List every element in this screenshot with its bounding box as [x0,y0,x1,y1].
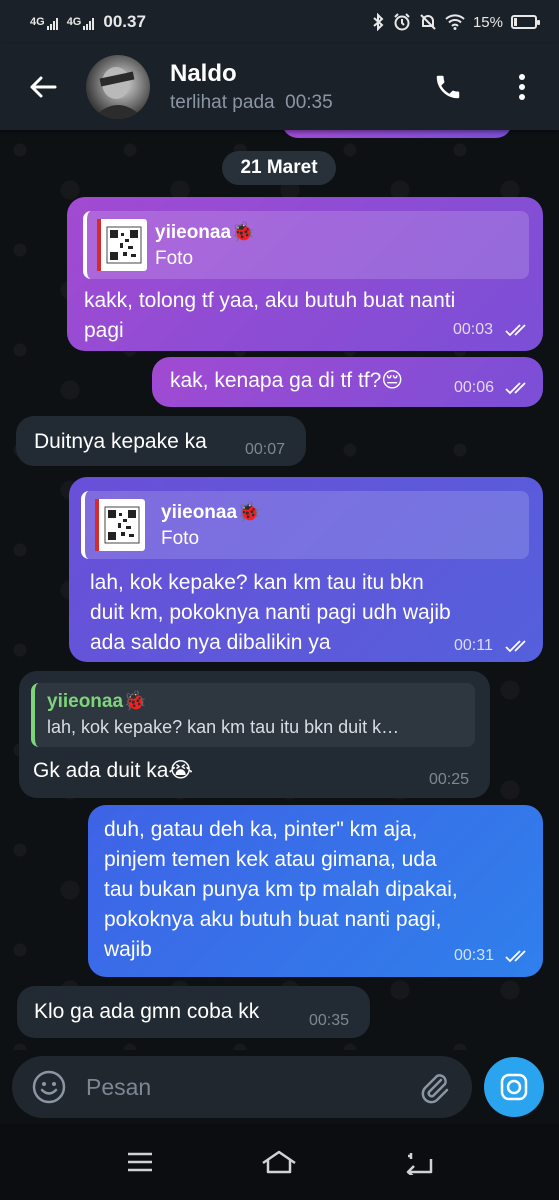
message-time: 00:25 [429,771,470,788]
message-line: pagi [84,319,124,342]
attach-button[interactable] [404,1056,464,1118]
message-text: lah, kok kepake? kan km tau itu bkn duit… [90,568,451,658]
alarm-icon [394,13,410,31]
more-vert-icon [519,74,525,100]
message-text: Duitnya kepake ka [34,430,207,453]
more-options-button[interactable] [485,44,559,130]
message-line: lah, kok kepake? kan km tau itu bkn [90,571,424,594]
message-text: duh, gatau deh ka, pinter" km aja, pinje… [104,815,458,965]
home-icon [262,1150,297,1174]
message-line: kakk, tolong tf yaa, aku butuh buat nant… [84,289,456,312]
read-checkmarks-icon [505,640,526,653]
reply-thumbnail [95,499,145,551]
message-time: 00:06 [454,379,495,396]
chat-title[interactable]: Naldo terlihat pada 00:35 [170,60,411,114]
message-line: pokoknya aku butuh buat nanti pagi, [104,908,442,931]
reply-thumbnail [97,219,147,271]
mute-icon [420,14,436,30]
reply-author: yiieonaa🐞 [161,502,261,523]
menu-icon [127,1152,152,1172]
message-time: 00:35 [309,1012,350,1029]
signal-icon [83,18,95,30]
reply-snippet: lah, kok kepake? kan km tau itu bkn duit… [47,717,400,737]
reply-author: yiieonaa🐞 [155,222,255,243]
message-incoming[interactable]: Klo ga ada gmn coba kk 00:35 [17,986,370,1038]
message-text: Gk ada duit ka😭 [33,759,193,782]
signal-icon [46,18,58,30]
system-navigation-bar [0,1124,559,1200]
reply-snippet: Foto [155,248,194,269]
message-line: tau bukan punya km tp malah dipakai, [104,878,458,901]
message-incoming[interactable]: Duitnya kepake ka 00:07 [16,416,306,466]
status-bar: 4G 4G 00.37 15% [0,0,559,44]
message-line: wajib [104,938,152,961]
back-arrow-icon [30,76,57,98]
date-separator: 21 Maret [222,151,336,185]
message-time: 00:07 [245,441,286,458]
read-checkmarks-icon [505,382,526,395]
message-line: ada saldo nya dibalikin ya [90,631,331,654]
previous-message-fragment [282,130,512,138]
camera-button[interactable] [484,1057,544,1117]
back-nav-button[interactable] [389,1132,449,1192]
message-line: duh, gatau deh ka, pinter" km aja, [104,818,418,841]
emoji-button[interactable] [12,1056,86,1118]
emoji-icon [32,1070,66,1104]
message-text: kakk, tolong tf yaa, aku butuh buat nant… [84,286,455,346]
reply-snippet: Foto [161,528,200,549]
composer-pill [12,1056,472,1118]
call-button[interactable] [411,44,485,130]
last-seen-status: terlihat pada 00:35 [170,92,333,113]
status-time: 00.37 [103,12,146,31]
network-label-1: 4G [30,16,45,28]
back-button[interactable] [0,44,86,130]
message-outgoing[interactable]: yiieonaa🐞 Foto kakk, tolong tf yaa, aku … [67,197,543,351]
wifi-icon [445,14,465,30]
avatar[interactable] [86,55,150,119]
battery-fill [514,18,517,26]
message-line: pinjem temen kek atau gimana, uda [104,848,437,871]
message-outgoing[interactable]: yiieonaa🐞 Foto lah, kok kepake? kan km t… [69,477,543,662]
home-button[interactable] [249,1132,309,1192]
phone-icon [436,75,460,99]
message-composer [0,1050,559,1124]
reply-preview[interactable]: yiieonaa🐞 Foto [83,211,529,279]
camera-icon [500,1073,528,1101]
recent-apps-button[interactable] [110,1132,170,1192]
message-time: 00:11 [454,637,493,654]
read-checkmarks-icon [505,324,526,337]
chat-messages[interactable]: 21 Maret yiieonaa🐞 Foto kakk, tolong tf … [0,130,559,1050]
back-icon [406,1153,433,1175]
battery-icon [511,15,540,29]
reply-preview[interactable]: yiieonaa🐞 lah, kok kepake? kan km tau it… [31,683,475,747]
contact-name: Naldo [170,60,237,87]
message-text: kak, kenapa ga di tf tf?😔 [170,369,404,392]
message-outgoing[interactable]: duh, gatau deh ka, pinter" km aja, pinje… [88,805,543,977]
network-indicator-1: 4G [30,16,59,30]
avatar-photo [92,67,144,119]
network-indicator-2: 4G [66,16,96,30]
message-line: duit km, pokoknya nanti pagi udh wajib [90,601,451,624]
battery-percent: 15% [472,13,503,31]
network-label-2: 4G [66,16,82,28]
bluetooth-icon [373,13,384,31]
message-incoming[interactable]: yiieonaa🐞 lah, kok kepake? kan km tau it… [19,671,490,798]
reply-preview[interactable]: yiieonaa🐞 Foto [81,491,529,559]
message-time: 00:03 [453,321,494,338]
message-time: 00:31 [454,947,495,964]
attach-icon [421,1074,449,1104]
message-text: Klo ga ada gmn coba kk [34,1000,260,1023]
message-input[interactable] [86,1073,404,1101]
chat-header: Naldo terlihat pada 00:35 [0,44,559,130]
reply-author: yiieonaa🐞 [47,691,147,712]
message-outgoing[interactable]: kak, kenapa ga di tf tf?😔 00:06 [152,357,543,407]
read-checkmarks-icon [505,950,526,963]
